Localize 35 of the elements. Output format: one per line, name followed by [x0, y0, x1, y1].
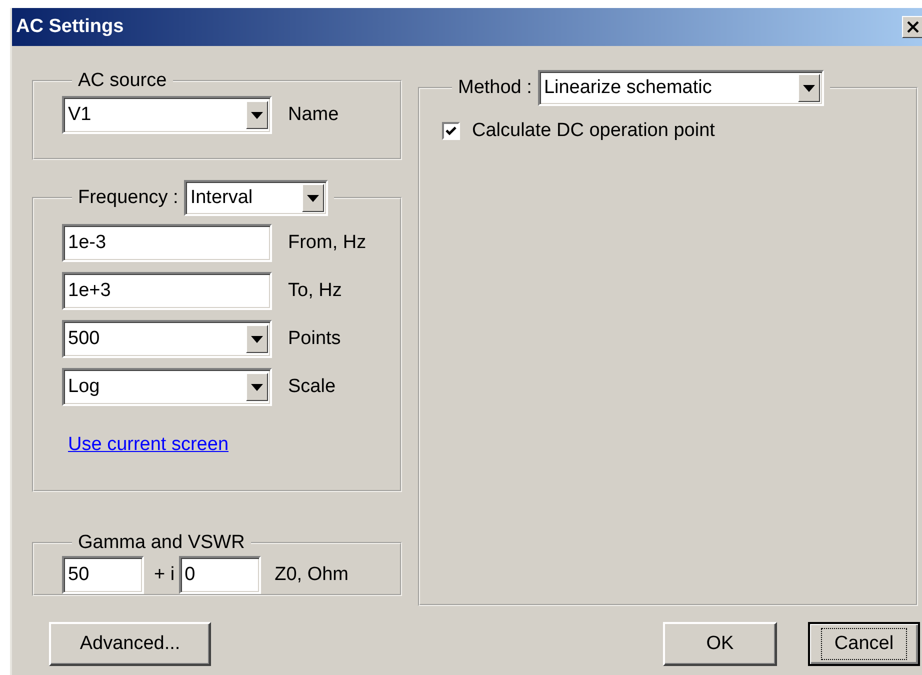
- field-label: Z0, Ohm: [274, 564, 349, 586]
- group-label: Gamma and VSWR: [78, 532, 245, 553]
- close-button[interactable]: [902, 16, 922, 38]
- dialog-button[interactable]: Cancel: [808, 622, 920, 666]
- method-dropdown[interactable]: Linearize schematic: [538, 70, 824, 106]
- dropdown-arrow-icon: [307, 194, 320, 202]
- checkbox[interactable]: [442, 122, 460, 140]
- group-label: Method :: [458, 77, 532, 99]
- close-icon: [907, 21, 919, 33]
- dropdown-arrow-icon: [802, 84, 815, 92]
- source-dropdown[interactable]: V1: [62, 96, 272, 134]
- field-label: Points: [288, 328, 341, 350]
- checkbox-label: Calculate DC operation point: [472, 120, 715, 142]
- field-label: To, Hz: [288, 280, 342, 302]
- field-label: From, Hz: [288, 232, 366, 254]
- dropdown-arrow-icon: [251, 112, 263, 118]
- imaginary-sign: + i: [154, 564, 175, 586]
- group-label: Frequency :: [78, 187, 178, 209]
- field-label: Scale: [288, 376, 336, 398]
- dropdown-arrow-icon: [251, 336, 263, 342]
- use-current-screen-link[interactable]: Use current screen: [68, 434, 229, 456]
- input-field[interactable]: 1e+3: [62, 272, 272, 310]
- checkmark-icon: [445, 125, 457, 137]
- dialog-button[interactable]: Advanced...: [49, 622, 211, 666]
- dropdown-arrow-icon: [251, 384, 263, 390]
- window-title: AC Settings: [16, 16, 124, 38]
- group-label: AC source: [78, 70, 167, 91]
- input-field[interactable]: 0: [178, 556, 261, 594]
- input-field[interactable]: 1e-3: [62, 224, 272, 262]
- dropdown-field[interactable]: Log: [62, 368, 272, 406]
- mode-dropdown[interactable]: Interval: [184, 180, 328, 216]
- dialog-button[interactable]: OK: [663, 622, 777, 666]
- dropdown-field[interactable]: 500: [62, 320, 272, 358]
- input-field[interactable]: 50: [62, 556, 144, 594]
- field-label: Name: [288, 104, 339, 126]
